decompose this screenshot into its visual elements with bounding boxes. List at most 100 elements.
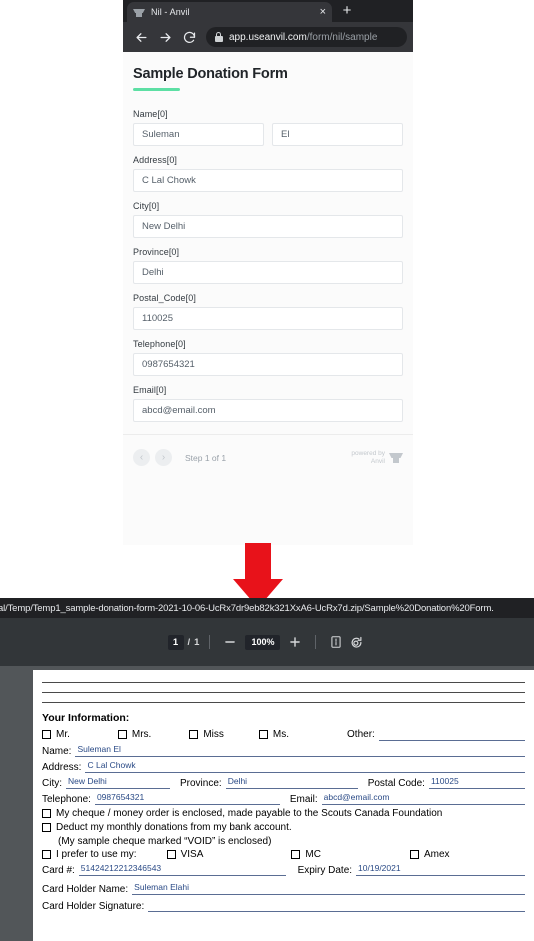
email-value[interactable]: abcd@email.com — [321, 792, 525, 805]
field-label: City[0] — [133, 201, 160, 211]
checkbox-mr[interactable] — [42, 730, 51, 739]
form-card: Sample Donation Form Name[0] Suleman El … — [123, 52, 413, 466]
pdf-page: Your Information: Mr. Mrs. Miss Ms. Othe… — [33, 670, 534, 941]
pdf-field-holder-name: Card Holder Name: Suleman Elahi — [42, 882, 525, 895]
anvil-favicon-icon — [133, 6, 145, 18]
url-domain: app.useanvil.com — [229, 31, 307, 43]
other-value[interactable] — [378, 728, 525, 741]
pdf-field-address: Address: C Lal Chowk — [42, 760, 525, 773]
checkbox-label-amex: Amex — [423, 849, 450, 860]
address-bar[interactable]: app.useanvil.com/form/nil/sample — [206, 27, 407, 47]
name-value[interactable]: Suleman El — [75, 744, 525, 757]
signature-value[interactable] — [148, 899, 525, 912]
cheque-option-label: My cheque / money order is enclosed, mad… — [56, 808, 443, 819]
pdf-field-card-row: Card #: 51424212212346543 Expiry Date: 1… — [42, 863, 525, 876]
anvil-logo-icon — [389, 452, 403, 463]
page-title: Sample Donation Form — [133, 66, 288, 82]
new-tab-button[interactable]: + — [338, 3, 356, 20]
reload-icon[interactable] — [177, 25, 201, 49]
checkbox-mc[interactable] — [291, 850, 301, 859]
zoom-in-icon[interactable] — [285, 632, 305, 652]
checkbox-label-mrs: Mrs. — [131, 729, 152, 740]
postal-code-input[interactable]: 110025 — [133, 307, 403, 330]
checkbox-miss[interactable] — [189, 730, 199, 739]
name-last-input[interactable]: El — [272, 123, 403, 146]
next-step-button[interactable]: › — [155, 449, 172, 466]
pdf-total-pages: 1 — [194, 636, 200, 648]
forward-arrow-icon[interactable] — [153, 25, 177, 49]
city-label: City: — [42, 778, 62, 789]
browser-tab-title: Nil - Anvil — [151, 7, 190, 17]
void-cheque-note: (My sample cheque marked “VOID” is enclo… — [58, 836, 272, 847]
expiry-value[interactable]: 10/19/2021 — [356, 863, 525, 876]
expiry-label: Expiry Date: — [297, 865, 353, 876]
checkbox-prefer-card[interactable] — [42, 850, 51, 859]
title-accent-rule — [133, 88, 180, 91]
field-label: Address[0] — [133, 155, 178, 165]
form-field-city: City[0] New Delhi — [133, 201, 403, 238]
pdf-page-separator: / — [187, 636, 191, 648]
field-label: Name[0] — [133, 109, 168, 119]
checkbox-label-mc: MC — [305, 849, 321, 860]
checkbox-amex[interactable] — [409, 850, 419, 859]
prev-step-button[interactable]: ‹ — [133, 449, 150, 466]
province-input[interactable]: Delhi — [133, 261, 403, 284]
checkbox-cheque[interactable] — [42, 809, 51, 818]
pdf-viewer-toolbar: 1 / 1 100% — [0, 618, 534, 666]
back-arrow-icon[interactable] — [129, 25, 153, 49]
holder-name-value[interactable]: Suleman Elahi — [132, 882, 525, 895]
form-rule-line — [42, 692, 525, 693]
url-path: /form/nil/sample — [306, 31, 378, 43]
card-number-value[interactable]: 51424212212346543 — [78, 863, 286, 876]
browser-tab[interactable]: Nil - Anvil × — [127, 2, 332, 22]
city-input[interactable]: New Delhi — [133, 215, 403, 238]
title-checkbox-row: Mr. Mrs. Miss Ms. Other: — [42, 728, 525, 741]
checkbox-mrs[interactable] — [117, 730, 127, 739]
telephone-value[interactable]: 0987654321 — [94, 792, 280, 805]
checkbox-label-miss: Miss — [203, 729, 224, 740]
pdf-field-city-row: City: New Delhi Province: Delhi Postal C… — [42, 776, 525, 789]
form-field-telephone: Telephone[0] 0987654321 — [133, 339, 403, 376]
card-type-row: I prefer to use my: VISA MC Amex — [42, 849, 525, 860]
form-field-name: Name[0] Suleman El — [133, 109, 403, 146]
toolbar-divider — [315, 635, 317, 649]
checkbox-visa[interactable] — [166, 850, 176, 859]
deduct-option-row: Deduct my monthly donations from my bank… — [42, 822, 525, 833]
field-label: Province[0] — [133, 247, 180, 257]
file-path-text: al/Temp/Temp1_sample-donation-form-2021-… — [0, 602, 494, 614]
address-label: Address: — [42, 762, 82, 773]
field-label: Telephone[0] — [133, 339, 186, 349]
form-field-address: Address[0] C Lal Chowk — [133, 155, 403, 192]
address-bar-url: app.useanvil.com/form/nil/sample — [229, 32, 377, 43]
form-field-postal-code: Postal_Code[0] 110025 — [133, 293, 403, 330]
city-value[interactable]: New Delhi — [66, 776, 170, 789]
rotate-icon[interactable] — [346, 632, 366, 652]
name-first-input[interactable]: Suleman — [133, 123, 264, 146]
holder-name-label: Card Holder Name: — [42, 884, 129, 895]
prefer-card-label: I prefer to use my: — [56, 849, 137, 860]
province-value[interactable]: Delhi — [225, 776, 358, 789]
province-label: Province: — [180, 778, 222, 789]
email-input[interactable]: abcd@email.com — [133, 399, 403, 422]
pdf-page-input[interactable]: 1 — [167, 634, 184, 650]
zoom-out-icon[interactable] — [220, 632, 240, 652]
browser-tab-strip: Nil - Anvil × + — [123, 0, 413, 22]
form-footer: ‹ › Step 1 of 1 powered by Anvil — [133, 435, 403, 466]
fit-page-icon[interactable] — [326, 632, 346, 652]
postal-value[interactable]: 110025 — [428, 776, 525, 789]
other-label: Other: — [347, 729, 375, 740]
address-value[interactable]: C Lal Chowk — [85, 760, 525, 773]
checkbox-ms[interactable] — [258, 730, 268, 739]
email-label: Email: — [289, 794, 318, 805]
close-icon[interactable]: × — [320, 6, 326, 18]
telephone-label: Telephone: — [42, 794, 91, 805]
form-rule-line — [42, 702, 525, 703]
address-input[interactable]: C Lal Chowk — [133, 169, 403, 192]
checkbox-deduct[interactable] — [42, 823, 51, 832]
pdf-zoom-level[interactable]: 100% — [245, 634, 281, 650]
pdf-viewport[interactable]: Your Information: Mr. Mrs. Miss Ms. Othe… — [0, 666, 534, 941]
step-indicator: Step 1 of 1 — [185, 452, 227, 463]
telephone-input[interactable]: 0987654321 — [133, 353, 403, 376]
pdf-field-name: Name: Suleman El — [42, 744, 525, 757]
form-field-email: Email[0] abcd@email.com — [133, 385, 403, 422]
